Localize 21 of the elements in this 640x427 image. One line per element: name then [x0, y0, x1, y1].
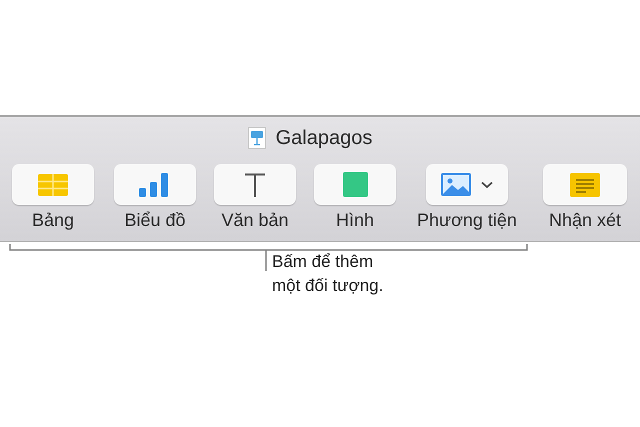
bar-chart-icon — [139, 172, 171, 196]
presentation-file-icon — [248, 127, 266, 149]
tool-label: Văn bản — [221, 210, 289, 231]
tool-label: Phương tiện — [417, 210, 517, 231]
media-button[interactable] — [426, 164, 508, 205]
text-icon — [244, 172, 266, 196]
tool-label: Hình — [336, 210, 374, 231]
leader-line — [265, 250, 267, 271]
table-icon — [38, 174, 68, 196]
comment-button[interactable] — [543, 164, 627, 205]
window-title: Galapagos — [276, 126, 372, 150]
square-icon — [342, 172, 368, 197]
chart-button[interactable] — [114, 164, 196, 205]
shape-button[interactable] — [314, 164, 396, 205]
tool-label: Nhận xét — [548, 210, 622, 231]
callout-text: Bấm để thêm một đối tượng. — [272, 251, 384, 297]
text-button[interactable] — [214, 164, 296, 205]
note-icon — [570, 172, 600, 196]
tool-label: Bảng — [32, 210, 74, 231]
image-icon — [441, 173, 471, 196]
tool-label: Biểu đồ — [124, 210, 186, 231]
